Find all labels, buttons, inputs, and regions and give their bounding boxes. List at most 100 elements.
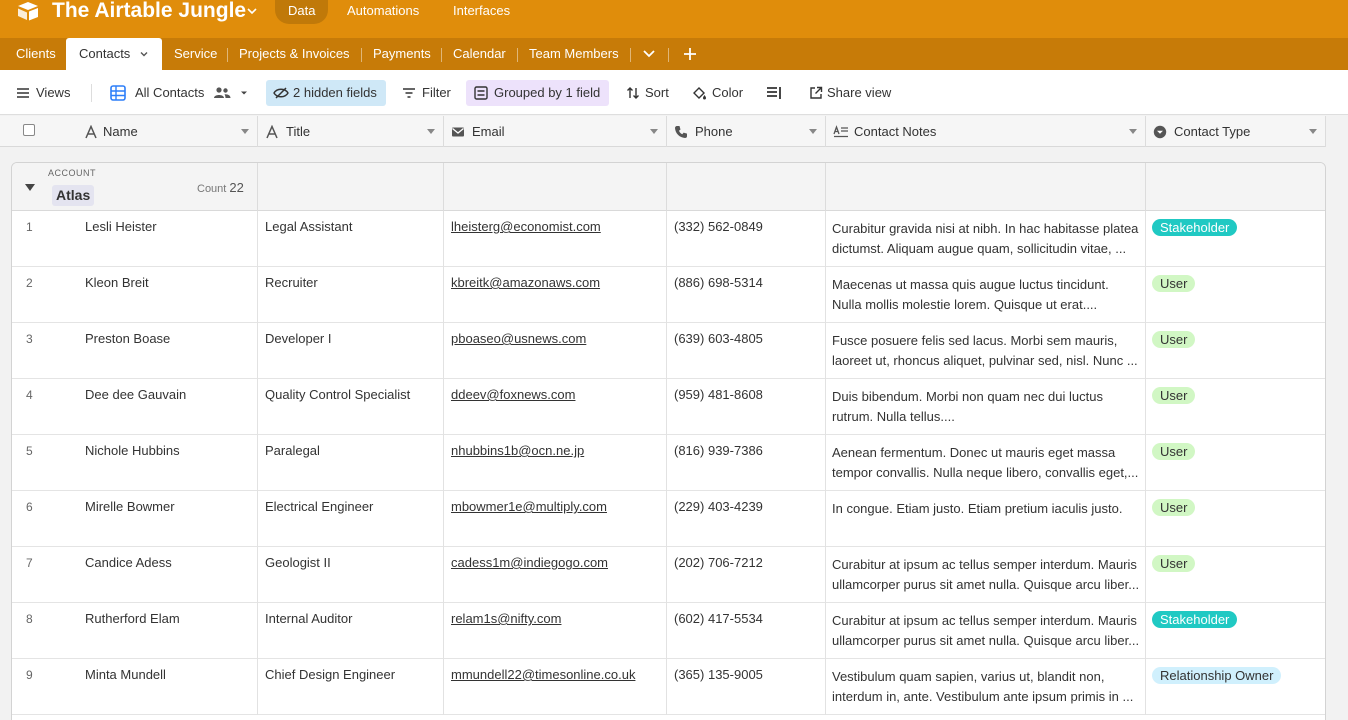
phone-cell[interactable]: (639) 603-4805 [667,323,826,379]
collapse-group-triangle-icon[interactable] [25,184,35,192]
group-header[interactable]: ACCOUNT Atlas Count 22 [12,163,1325,211]
airtable-logo-icon[interactable] [16,1,40,21]
table-row[interactable]: 7 Candice Adess Geologist II cadess1m@indie… [12,547,1325,603]
column-header-contact-type[interactable]: Contact Type [1146,116,1326,147]
group-button[interactable]: Grouped by 1 field [466,80,609,106]
contact-type-cell[interactable]: User [1146,323,1325,379]
more-tables-chevron-icon[interactable] [642,48,656,60]
column-header-email[interactable]: Email [444,116,667,147]
filter-button[interactable]: Filter [402,80,458,106]
contact-type-cell[interactable]: User [1146,435,1325,491]
notes-cell[interactable]: Vestibulum quam sapien, varius ut, bland… [826,659,1146,715]
table-row[interactable]: 6 Mirelle Bowmer Electrical Engineer mbowme… [12,491,1325,547]
table-row[interactable]: 9 Minta Mundell Chief Design Engineer mmund… [12,659,1325,715]
tab-interfaces[interactable]: Interfaces [453,0,510,24]
phone-cell[interactable]: (959) 481-8608 [667,379,826,435]
column-header-contact-notes[interactable]: Contact Notes [826,116,1146,147]
table-tab-payments[interactable]: Payments [373,38,431,70]
contact-type-cell[interactable]: Relationship Owner [1146,659,1325,715]
title-cell[interactable]: Recruiter [258,267,444,323]
email-link[interactable]: pboaseo@usnews.com [451,331,586,346]
table-tab-calendar[interactable]: Calendar [453,38,506,70]
title-cell[interactable]: Electrical Engineer [258,491,444,547]
title-cell[interactable]: Internal Auditor [258,603,444,659]
phone-cell[interactable]: (365) 135-9005 [667,659,826,715]
email-link[interactable]: kbreitk@amazonaws.com [451,275,600,290]
table-tab-service[interactable]: Service [174,38,217,70]
contact-type-cell[interactable]: User [1146,267,1325,323]
email-cell[interactable]: mmundell22@timesonline.co.uk [444,659,667,715]
email-link[interactable]: relam1s@nifty.com [451,611,561,626]
table-row[interactable]: 8 Rutherford Elam Internal Auditor relam1s@… [12,603,1325,659]
select-all-checkbox[interactable] [23,124,35,136]
email-cell[interactable]: mbowmer1e@multiply.com [444,491,667,547]
column-menu-chevron-icon[interactable] [1129,129,1137,135]
contact-type-cell[interactable]: User [1146,547,1325,603]
notes-cell[interactable]: Curabitur gravida nisi at nibh. In hac h… [826,211,1146,267]
table-tab-clients[interactable]: Clients [16,38,56,70]
table-row[interactable]: 1 Lesli Heister Legal Assistant lheisterg@e… [12,211,1325,267]
chevron-down-icon[interactable] [139,49,149,59]
email-cell[interactable]: pboaseo@usnews.com [444,323,667,379]
email-cell[interactable]: kbreitk@amazonaws.com [444,267,667,323]
primary-cell[interactable]: 7 Candice Adess [12,547,258,603]
row-height-button[interactable] [766,80,786,106]
chevron-down-icon[interactable] [245,4,259,18]
column-header-name[interactable]: Name [0,116,258,147]
email-link[interactable]: mbowmer1e@multiply.com [451,499,607,514]
column-menu-chevron-icon[interactable] [650,129,658,135]
email-link[interactable]: cadess1m@indiegogo.com [451,555,608,570]
primary-cell[interactable]: 5 Nichole Hubbins [12,435,258,491]
contact-type-cell[interactable]: Stakeholder [1146,211,1325,267]
phone-cell[interactable]: (602) 417-5534 [667,603,826,659]
table-row[interactable]: 5 Nichole Hubbins Paralegal nhubbins1b@ocn.… [12,435,1325,491]
contact-type-cell[interactable]: User [1146,379,1325,435]
table-tab-projects-invoices[interactable]: Projects & Invoices [239,38,350,70]
notes-cell[interactable]: Maecenas ut massa quis augue luctus tinc… [826,267,1146,323]
notes-cell[interactable]: Aenean fermentum. Donec ut mauris eget m… [826,435,1146,491]
phone-cell[interactable]: (229) 403-4239 [667,491,826,547]
primary-cell[interactable]: 6 Mirelle Bowmer [12,491,258,547]
title-cell[interactable]: Developer I [258,323,444,379]
title-cell[interactable]: Paralegal [258,435,444,491]
column-menu-chevron-icon[interactable] [241,129,249,135]
primary-cell[interactable]: 4 Dee dee Gauvain [12,379,258,435]
primary-cell[interactable]: 8 Rutherford Elam [12,603,258,659]
tab-automations[interactable]: Automations [347,0,419,24]
sort-button[interactable]: Sort [626,80,676,106]
email-cell[interactable]: nhubbins1b@ocn.ne.jp [444,435,667,491]
phone-cell[interactable]: (332) 562-0849 [667,211,826,267]
add-table-plus-icon[interactable] [682,46,698,62]
contact-type-cell[interactable]: Stakeholder [1146,603,1325,659]
primary-cell[interactable]: 9 Minta Mundell [12,659,258,715]
phone-cell[interactable]: (886) 698-5314 [667,267,826,323]
column-header-phone[interactable]: Phone [667,116,826,147]
column-menu-chevron-icon[interactable] [809,129,817,135]
title-cell[interactable]: Quality Control Specialist [258,379,444,435]
base-title[interactable]: The Airtable Jungle [52,0,246,24]
email-cell[interactable]: ddeev@foxnews.com [444,379,667,435]
primary-cell[interactable]: 3 Preston Boase [12,323,258,379]
title-cell[interactable]: Legal Assistant [258,211,444,267]
email-link[interactable]: ddeev@foxnews.com [451,387,575,402]
phone-cell[interactable]: (202) 706-7212 [667,547,826,603]
primary-cell[interactable]: 2 Kleon Breit [12,267,258,323]
title-cell[interactable]: Geologist II [258,547,444,603]
title-cell[interactable]: Chief Design Engineer [258,659,444,715]
notes-cell[interactable]: Curabitur at ipsum ac tellus semper inte… [826,547,1146,603]
hide-fields-button[interactable]: 2 hidden fields [266,80,386,106]
share-view-button[interactable]: Share view [809,80,899,106]
table-row[interactable]: 2 Kleon Breit Recruiter kbreitk@amazonaws.c… [12,267,1325,323]
notes-cell[interactable]: Fusce posuere felis sed lacus. Morbi sem… [826,323,1146,379]
email-cell[interactable]: relam1s@nifty.com [444,603,667,659]
notes-cell[interactable]: Duis bibendum. Morbi non quam nec dui lu… [826,379,1146,435]
email-link[interactable]: nhubbins1b@ocn.ne.jp [451,443,584,458]
table-row[interactable]: 4 Dee dee Gauvain Quality Control Speciali… [12,379,1325,435]
email-cell[interactable]: cadess1m@indiegogo.com [444,547,667,603]
tab-data[interactable]: Data [275,0,329,24]
email-link[interactable]: mmundell22@timesonline.co.uk [451,667,635,682]
email-cell[interactable]: lheisterg@economist.com [444,211,667,267]
email-link[interactable]: lheisterg@economist.com [451,219,601,234]
views-button[interactable]: Views [16,80,76,106]
color-button[interactable]: Color [692,80,748,106]
